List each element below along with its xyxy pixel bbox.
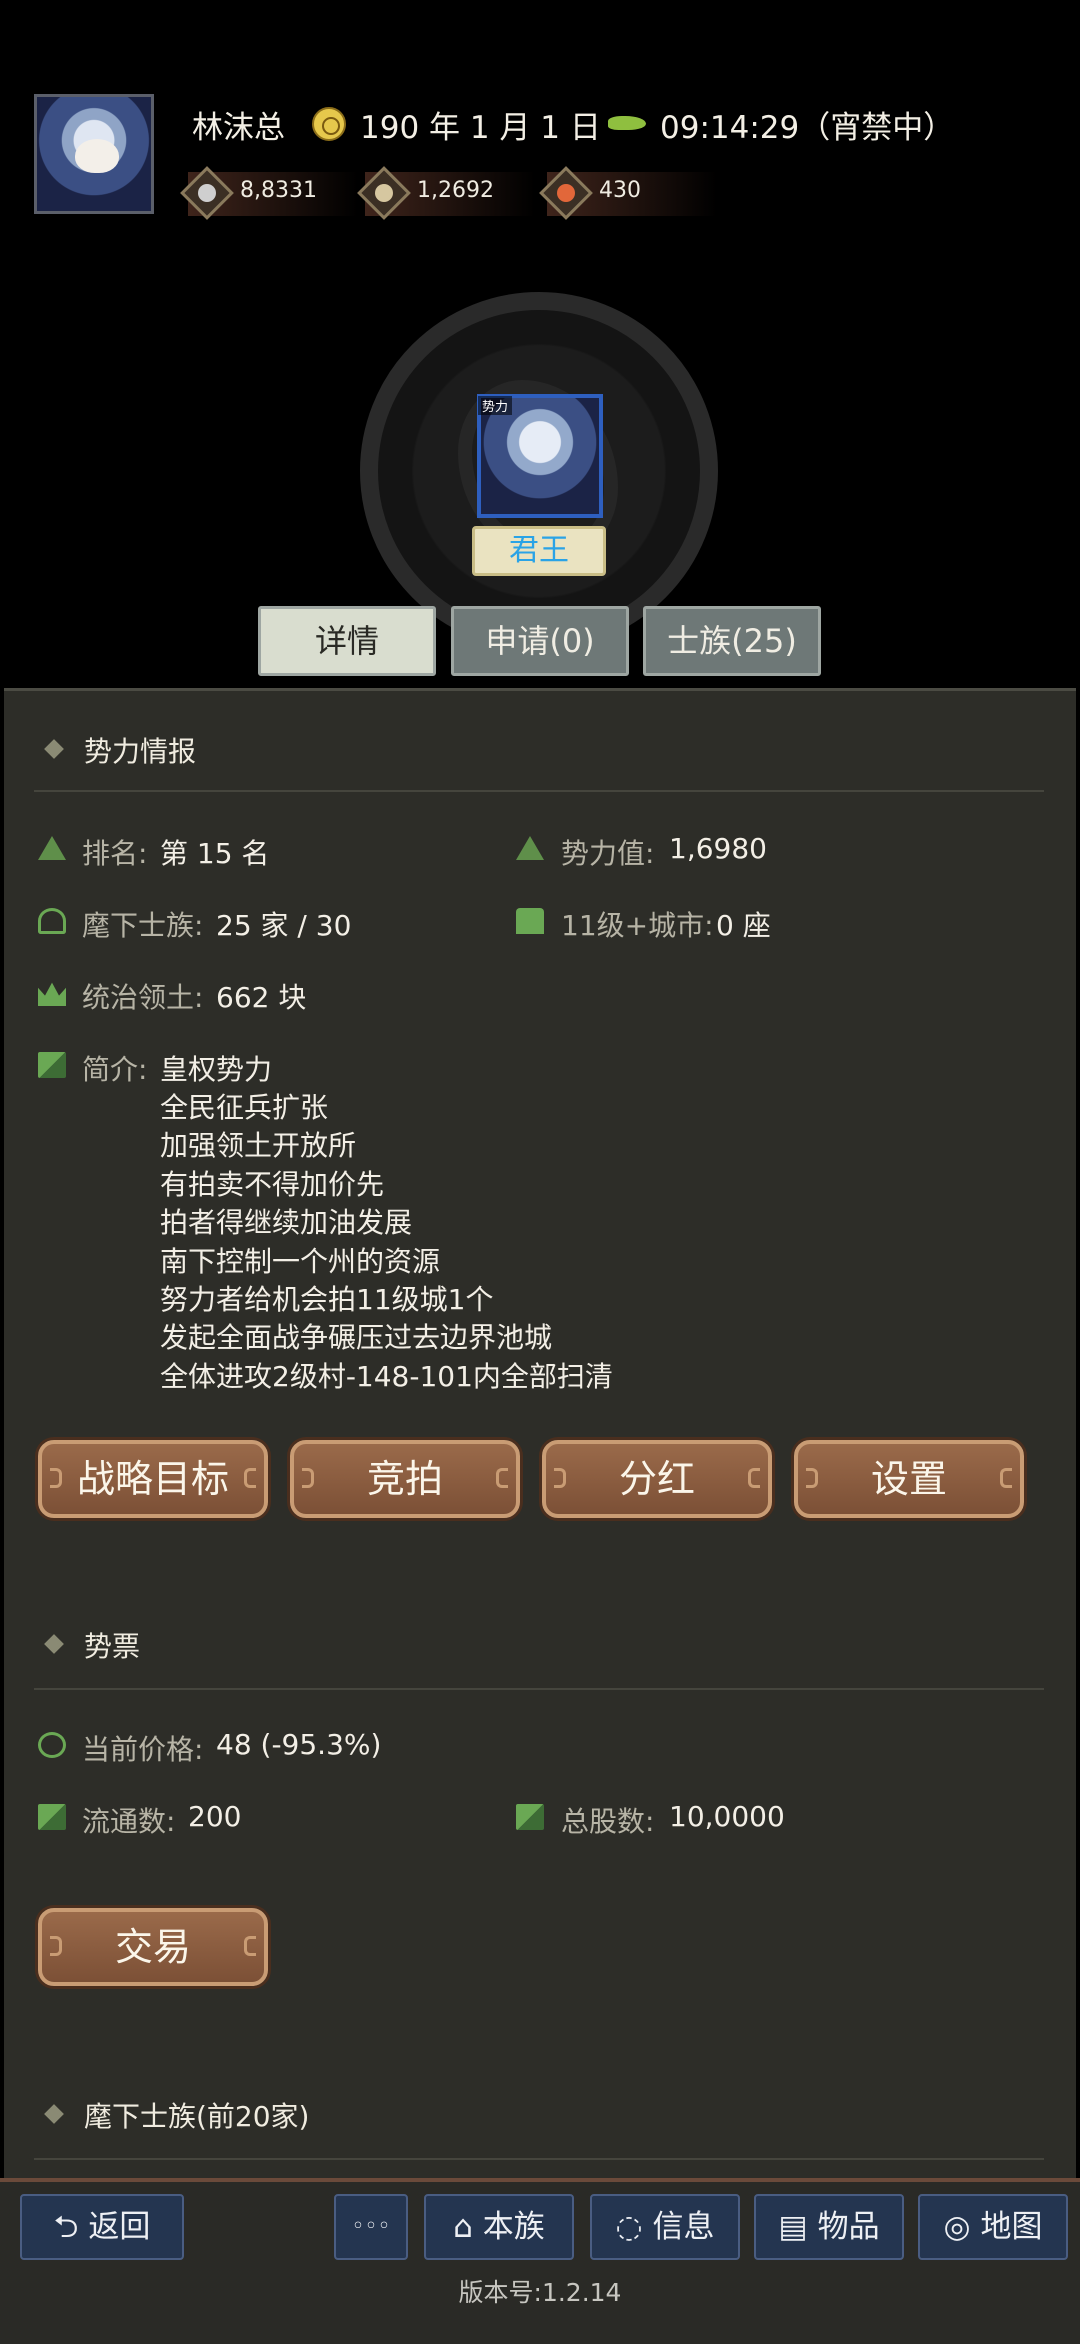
clans-label: 麾下士族: [82,909,204,942]
intro-line: 南下控制一个州的资源 [160,1245,441,1278]
message-nav-button[interactable]: ◌ 信息 [590,2194,740,2260]
strategy-button[interactable]: 战略目标 [38,1440,268,1518]
game-date: 190 年 1 月 1 日 [360,110,601,146]
clan-icon: ⌂ [453,2209,483,2245]
resource-value: 1,2692 [417,178,494,203]
more-button[interactable]: ◦◦◦ [334,2194,408,2260]
intro-line: 努力者给机会拍11级城1个 [160,1283,494,1316]
resource-gold[interactable]: 430 [539,166,717,220]
dragon-time-icon [608,116,646,130]
territory-label: 统治领土: [82,981,204,1014]
section-title-stock: 势票 [84,1630,141,1663]
faction-rank-badge: 君王 [472,526,606,576]
intro-line: 发起全面战争碾压过去边界池城 [160,1321,553,1354]
items-nav-label: 物品 [817,2209,880,2245]
power-label: 势力值: [561,837,655,870]
total-shares-label: 总股数: [561,1805,655,1838]
clans-value: 25 家 / 30 [216,909,352,942]
intro-line: 有拍卖不得加价先 [160,1168,385,1201]
mountain-icon [38,836,66,860]
player-avatar[interactable] [34,94,154,214]
map-nav-label: 地图 [980,2209,1043,2245]
flag-icon [516,1804,544,1830]
player-name: 林沫总 [192,110,285,146]
tab-apply[interactable]: 申请(0) [451,606,629,676]
clan-nav-label: 本族 [482,2209,545,2245]
coins-icon [38,1732,66,1758]
intro-line: 加强领土开放所 [160,1129,357,1162]
resource-value: 8,8331 [240,178,317,203]
circulating-label: 流通数: [82,1805,176,1838]
faction-tag: 势力 [478,396,513,415]
total-shares-value: 10,0000 [669,1800,785,1833]
tab-detail[interactable]: 详情 [258,606,436,676]
divider [34,2158,1044,2160]
items-icon: ▤ [778,2209,818,2245]
price-value: 48 (-95.3%) [216,1728,382,1761]
dividend-button[interactable]: 分红 [542,1440,772,1518]
intro-line: 皇权势力 [160,1053,273,1086]
divider [34,1688,1044,1690]
price-label: 当前价格: [82,1733,204,1766]
flag-icon [38,1052,66,1078]
flag-icon [38,1804,66,1830]
settings-button[interactable]: 设置 [794,1440,1024,1518]
rank-value: 第 15 名 [160,837,270,870]
back-label: 返回 [88,2209,151,2245]
map-nav-button[interactable]: ◎ 地图 [918,2194,1068,2260]
section-title-members: 麾下士族(前20家) [84,2100,310,2133]
auction-button[interactable]: 竞拍 [290,1440,520,1518]
intro-label: 简介: [82,1053,148,1086]
cities-label: 11级+城市: [561,909,714,942]
territory-value: 662 块 [216,981,307,1014]
power-value: 1,6980 [669,832,767,865]
grain-icon [357,166,411,220]
resource-grain[interactable]: 1,2692 [357,166,535,220]
version-label: 版本号:1.2.14 [458,2278,622,2307]
clan-nav-button[interactable]: ⌂ 本族 [424,2194,574,2260]
intro-line: 拍者得继续加油发展 [160,1206,413,1239]
silver-icon [180,166,234,220]
trade-button[interactable]: 交易 [38,1908,268,1986]
gold-icon [539,166,593,220]
circulating-value: 200 [188,1800,242,1833]
message-icon: ◌ [615,2209,653,2245]
back-arrow-icon: ⮌ [53,2209,89,2245]
cities-value: 0 座 [716,909,771,942]
message-nav-label: 信息 [652,2209,715,2245]
calendar-icon [312,107,346,141]
back-button[interactable]: ⮌ 返回 [20,2194,184,2260]
section-title-info: 势力情报 [84,735,197,768]
city-gate-icon [516,908,544,934]
tab-clan[interactable]: 士族(25) [643,606,821,676]
map-icon: ◎ [943,2209,981,2245]
clan-icon [38,908,66,934]
rank-label: 排名: [82,837,148,870]
resource-silver[interactable]: 8,8331 [180,166,358,220]
resource-value: 430 [599,178,641,203]
mountain-icon [516,836,544,860]
intro-line: 全民征兵扩张 [160,1091,329,1124]
game-time: 09:14:29（宵禁中） [660,110,955,146]
items-nav-button[interactable]: ▤ 物品 [754,2194,904,2260]
intro-line: 全体进攻2级村-148-101内全部扫清 [160,1360,613,1393]
divider [34,790,1044,792]
